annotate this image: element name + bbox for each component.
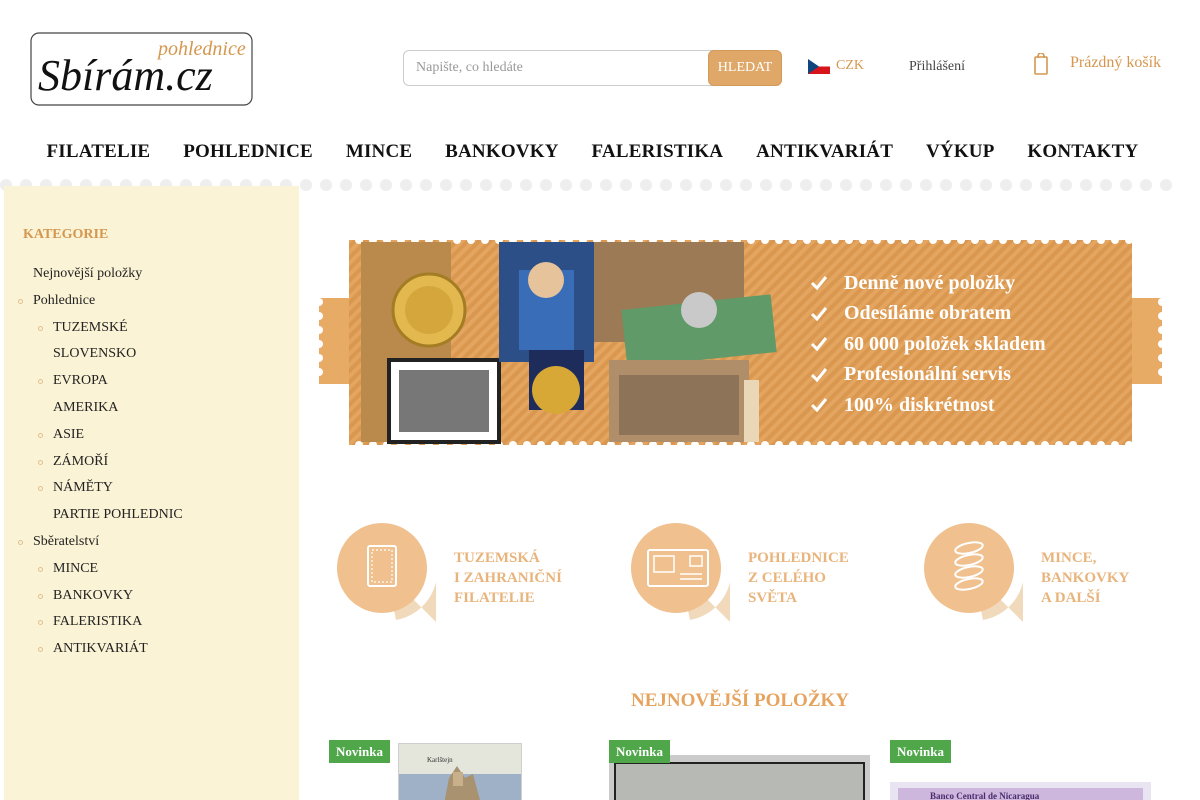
sidebar-item[interactable]: Pohlednice (4, 291, 299, 318)
sidebar-item-label: TUZEMSKÉ (53, 319, 128, 335)
category-tile-filatelie[interactable]: TUZEMSKÁ I ZAHRANIČNÍ FILATELIE (336, 522, 586, 640)
bullet-icon (38, 459, 43, 465)
coins-icon (924, 523, 1023, 622)
banner-benefit-text: 100% diskrétnost (844, 393, 995, 416)
category-label: MINCE, BANKOVKY A DALŠÍ (1041, 550, 1130, 606)
sidebar-item[interactable]: EVROPA (4, 371, 299, 398)
bullet-icon (38, 325, 43, 331)
nav-item-filatelie[interactable]: FILATELIE (46, 135, 150, 167)
sidebar-item[interactable]: TUZEMSKÉ (4, 318, 299, 345)
site-logo[interactable]: pohlednice Sbírám.cz (30, 28, 258, 110)
sidebar-item[interactable]: MINCE (4, 559, 299, 586)
sidebar-item[interactable]: NÁMĚTY (4, 478, 299, 505)
sidebar-item[interactable]: ASIE (4, 425, 299, 452)
new-badge: Novinka (329, 740, 390, 763)
category-label: TUZEMSKÁ I ZAHRANIČNÍ FILATELIE (454, 550, 562, 606)
product-image[interactable]: Karlštejn (398, 743, 522, 800)
bullet-icon (38, 593, 43, 599)
nav-item-pohlednice[interactable]: POHLEDNICE (183, 135, 313, 167)
bullet-icon (38, 486, 43, 492)
bullet-icon (38, 620, 43, 626)
sidebar-item-label: EVROPA (53, 373, 108, 389)
search-input[interactable] (404, 51, 704, 85)
sidebar: KATEGORIE Nejnovější položky Pohlednice TU… (4, 186, 299, 800)
sidebar-item[interactable]: AMERIKA (4, 398, 299, 425)
check-icon (810, 367, 828, 382)
sidebar-title: KATEGORIE (23, 227, 109, 242)
sidebar-item-label: ASIE (53, 426, 85, 442)
new-badge: Novinka (890, 740, 951, 763)
main-nav: FILATELIE POHLEDNICE MINCE BANKOVKY FALERIST… (0, 135, 1185, 167)
sidebar-item[interactable]: SLOVENSKO (4, 344, 299, 371)
product-image[interactable]: Banco Central de Nicaragua (890, 782, 1151, 800)
nav-item-bankovky[interactable]: BANKOVKY (445, 135, 559, 167)
bullet-icon (18, 539, 23, 545)
czech-flag-icon (808, 58, 830, 74)
check-icon (810, 398, 828, 413)
sidebar-item[interactable]: Nejnovější položky (4, 264, 299, 291)
banner-benefit-text: Denně nové položky (844, 271, 1016, 294)
nav-item-mince[interactable]: MINCE (346, 135, 412, 167)
sidebar-item-label: ANTIKVARIÁT (53, 641, 148, 657)
banner-benefit: Odesíláme obratem (810, 299, 1046, 330)
sidebar-item-label: NÁMĚTY (53, 480, 113, 496)
sidebar-item-label: AMERIKA (53, 399, 119, 415)
banknote-caption: Banco Central de Nicaragua (930, 791, 1040, 800)
nav-item-výkup[interactable]: VÝKUP (926, 135, 995, 167)
banner-benefit-text: Profesionální servis (844, 363, 1011, 386)
sidebar-item[interactable]: Sběratelství (4, 532, 299, 559)
sidebar-item-label: ZÁMOŘÍ (53, 453, 109, 469)
bullet-icon (18, 298, 23, 304)
sidebar-item-label: BANKOVKY (53, 587, 134, 603)
banner-benefit: Profesionální servis (810, 360, 1046, 391)
banner-benefit-text: 60 000 položek skladem (844, 332, 1046, 355)
postcard-icon (631, 523, 730, 622)
bullet-icon (38, 566, 43, 572)
newest-items-heading: NEJNOVĚJŠÍ POLOŽKY (630, 690, 849, 711)
nav-item-kontakty[interactable]: KONTAKTY (1027, 135, 1138, 167)
nav-item-antikvariát[interactable]: ANTIKVARIÁT (756, 135, 893, 167)
nav-item-faleristika[interactable]: FALERISTIKA (592, 135, 724, 167)
check-icon (810, 276, 828, 291)
banner-benefit: Denně nové položky (810, 268, 1046, 299)
sidebar-item[interactable]: PARTIE POHLEDNIC (4, 505, 299, 532)
sidebar-item-label: Pohlednice (33, 292, 96, 308)
banner-benefit-text: Odesíláme obratem (844, 302, 1012, 325)
sidebar-item-label: FALERISTIKA (53, 614, 143, 630)
sidebar-item-label: SLOVENSKO (53, 346, 137, 362)
bullet-icon (38, 379, 43, 385)
bullet-icon (38, 432, 43, 438)
sidebar-item[interactable]: ANTIKVARIÁT (4, 639, 299, 666)
category-tile-mince[interactable]: MINCE, BANKOVKY A DALŠÍ (923, 522, 1173, 640)
category-label: POHLEDNICE Z CELÉHO SVĚTA (748, 550, 849, 606)
banner-benefit: 60 000 položek skladem (810, 329, 1046, 360)
search-box: HLEDAT (403, 50, 782, 86)
currency-selector[interactable]: CZK (808, 58, 864, 74)
new-badge: Novinka (609, 740, 670, 763)
sidebar-item-label: Nejnovější položky (33, 266, 143, 281)
sidebar-item-label: PARTIE POHLEDNIC (53, 507, 183, 523)
check-icon (810, 306, 828, 321)
category-list: Nejnovější položky Pohlednice TUZEMSKÉ SLOV… (4, 264, 299, 666)
currency-label: CZK (836, 58, 864, 73)
page: pohlednice Sbírám.cz HLEDAT CZK Přihláše… (0, 0, 1200, 800)
postcard-caption: Karlštejn (427, 756, 453, 764)
sidebar-item[interactable]: FALERISTIKA (4, 612, 299, 639)
bullet-icon (38, 647, 43, 653)
sidebar-item-label: MINCE (53, 560, 99, 576)
check-icon (810, 337, 828, 352)
banner-benefits: Denně nové položky Odesíláme obratem 60 00… (810, 268, 1046, 421)
sidebar-item[interactable]: BANKOVKY (4, 586, 299, 613)
login-link[interactable]: Přihlášení (909, 59, 965, 75)
sidebar-item[interactable]: ZÁMOŘÍ (4, 452, 299, 479)
logo-text: Sbírám.cz (38, 51, 213, 100)
banner-benefit: 100% diskrétnost (810, 390, 1046, 421)
category-tile-pohlednice[interactable]: POHLEDNICE Z CELÉHO SVĚTA (630, 522, 880, 640)
search-button[interactable]: HLEDAT (708, 50, 782, 86)
stamp-icon (337, 523, 436, 622)
cart-icon[interactable] (1033, 53, 1049, 75)
cart-link[interactable]: Prázdný košík (1070, 54, 1161, 72)
sidebar-item-label: Sběratelství (33, 533, 100, 549)
